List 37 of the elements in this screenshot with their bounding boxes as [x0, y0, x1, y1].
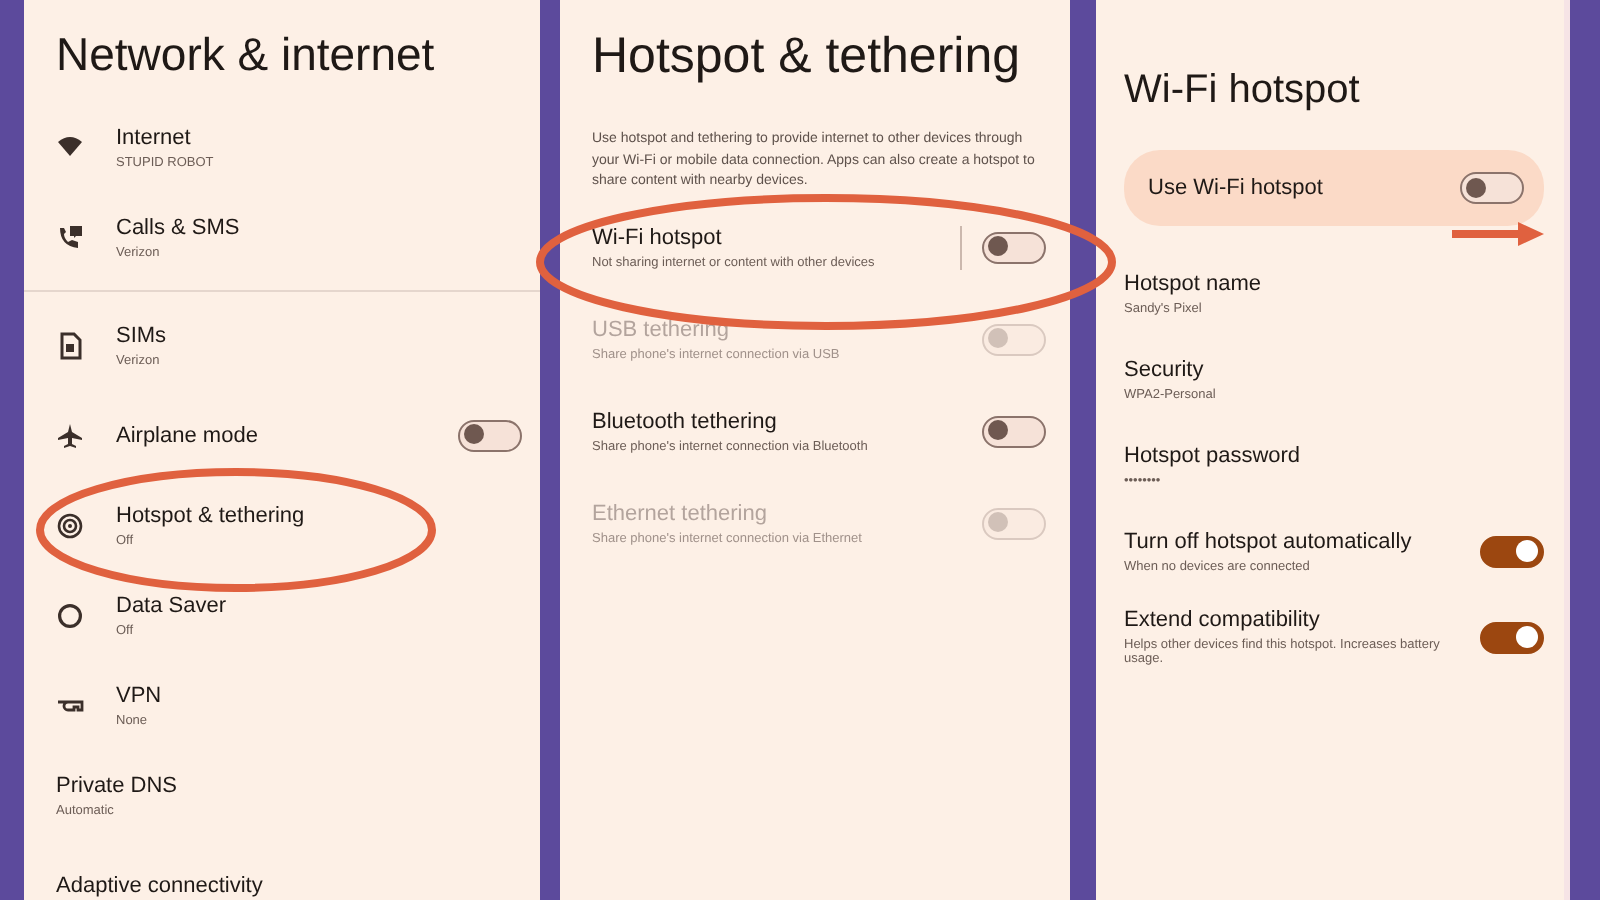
phone-icon	[56, 223, 84, 251]
wifi-icon	[56, 133, 84, 161]
settings-item[interactable]: Adaptive connectivity	[56, 840, 540, 900]
setting-title: Hotspot & tethering	[116, 503, 307, 527]
data-saver-icon	[56, 601, 84, 629]
setting-title: Ethernet tethering	[592, 501, 769, 525]
airplane-icon	[56, 421, 84, 449]
sim-card-icon	[56, 331, 84, 359]
screen-title: Wi-Fi hotspot	[1124, 68, 1362, 114]
setting-title: VPN	[116, 683, 164, 707]
toggle-switch[interactable]	[458, 419, 522, 451]
setting-title: Turn off hotspot automatically	[1124, 529, 1414, 553]
setting-title: USB tethering	[592, 317, 731, 341]
setting-title: Calls & SMS	[116, 215, 242, 239]
toggle-switch[interactable]	[982, 231, 1046, 263]
toggle-switch[interactable]	[1460, 172, 1524, 204]
setting-title: SIMs	[116, 323, 169, 347]
setting-title: Adaptive connectivity	[56, 873, 265, 897]
setting-title: Hotspot password	[1124, 443, 1303, 467]
setting-title: Bluetooth tethering	[592, 409, 779, 433]
setting-title: Hotspot name	[1124, 271, 1263, 295]
toggle-switch[interactable]	[1480, 535, 1544, 567]
setting-title: Airplane mode	[116, 423, 260, 447]
setting-title: Private DNS	[56, 773, 180, 797]
main-switch-bar[interactable]: Use Wi-Fi hotspot	[1124, 150, 1544, 226]
settings-item[interactable]: Airplane mode	[56, 390, 540, 480]
setting-title: Data Saver	[116, 593, 229, 617]
setting-title: Extend compatibility	[1124, 608, 1322, 632]
setting-title: Wi-Fi hotspot	[592, 225, 724, 249]
switch-label: Use Wi-Fi hotspot	[1148, 176, 1325, 200]
screen-title: Network & internet	[56, 28, 437, 82]
setting-title: Security	[1124, 357, 1206, 381]
screen-title: Hotspot & tethering	[592, 28, 1023, 86]
toggle-switch[interactable]	[982, 415, 1046, 447]
toggle-switch[interactable]	[1480, 621, 1544, 653]
hotspot-icon	[56, 511, 84, 539]
setting-title: Internet	[116, 125, 193, 149]
